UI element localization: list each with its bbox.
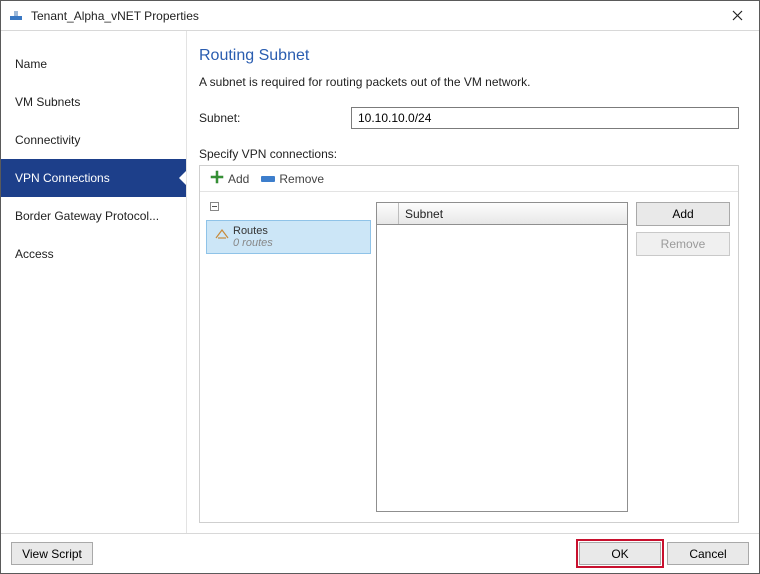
specify-vpn-label: Specify VPN connections: (199, 147, 739, 161)
collapse-icon (210, 202, 219, 211)
close-button[interactable] (715, 1, 759, 30)
vpn-toolbar: Add Remove (200, 166, 738, 192)
dialog-footer: View Script OK Cancel (1, 533, 759, 573)
vpn-detail-pane: Subnet Add Remove (370, 192, 738, 522)
subnet-list-header: Subnet (377, 203, 627, 225)
toolbar-remove-label: Remove (279, 172, 324, 186)
ok-button[interactable]: OK (579, 542, 661, 565)
routes-count: 0 routes (233, 237, 370, 249)
page-heading: Routing Subnet (199, 47, 739, 65)
sidebar-item-vm-subnets[interactable]: VM Subnets (1, 83, 186, 121)
app-icon (7, 7, 25, 25)
vpn-tree-pane: Routes 0 routes (200, 192, 370, 522)
dialog-window: Tenant_Alpha_vNET Properties Name VM Sub… (0, 0, 760, 574)
page-description: A subnet is required for routing packets… (199, 75, 739, 89)
sidebar-item-connectivity[interactable]: Connectivity (1, 121, 186, 159)
routes-icon (215, 229, 229, 239)
view-script-button[interactable]: View Script (11, 542, 93, 565)
routes-label: Routes (233, 225, 370, 237)
content-pane: Routing Subnet A subnet is required for … (187, 31, 759, 533)
sidebar-item-access[interactable]: Access (1, 235, 186, 273)
toolbar-add-button[interactable]: Add (206, 168, 253, 190)
vpn-connections-box: Add Remove (199, 165, 739, 523)
subnet-add-button[interactable]: Add (636, 202, 730, 226)
list-column-subnet[interactable]: Subnet (399, 203, 627, 224)
subnet-label: Subnet: (199, 111, 351, 125)
titlebar: Tenant_Alpha_vNET Properties (1, 1, 759, 31)
subnet-remove-button[interactable]: Remove (636, 232, 730, 256)
minus-icon (261, 176, 275, 182)
dialog-body: Name VM Subnets Connectivity VPN Connect… (1, 31, 759, 533)
subnet-input[interactable] (351, 107, 739, 129)
subnet-row: Subnet: (199, 107, 739, 129)
close-icon (732, 10, 743, 21)
sidebar: Name VM Subnets Connectivity VPN Connect… (1, 31, 187, 533)
toolbar-remove-button[interactable]: Remove (257, 168, 328, 190)
subnet-list[interactable]: Subnet (376, 202, 628, 512)
window-title: Tenant_Alpha_vNET Properties (31, 9, 715, 23)
tree-node-routes[interactable]: Routes 0 routes (206, 220, 371, 254)
sidebar-item-bgp[interactable]: Border Gateway Protocol... (1, 197, 186, 235)
list-header-spacer (377, 203, 399, 224)
plus-icon (210, 170, 224, 187)
vpn-panes: Routes 0 routes Subnet (200, 192, 738, 522)
toolbar-add-label: Add (228, 172, 249, 186)
subnet-side-buttons: Add Remove (636, 202, 730, 512)
sidebar-item-name[interactable]: Name (1, 45, 186, 83)
subnet-list-body[interactable] (377, 225, 627, 511)
sidebar-item-vpn-connections[interactable]: VPN Connections (1, 159, 186, 197)
cancel-button[interactable]: Cancel (667, 542, 749, 565)
tree-collapse-toggle[interactable] (206, 196, 370, 220)
